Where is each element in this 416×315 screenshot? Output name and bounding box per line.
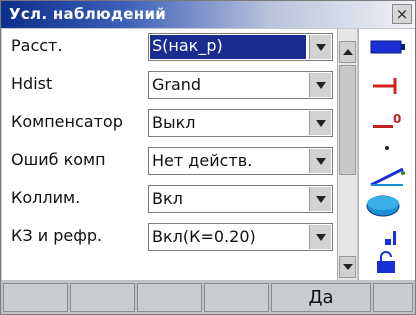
chevron-down-icon[interactable] xyxy=(309,225,331,249)
signal-icon xyxy=(385,231,396,245)
softkey-3[interactable] xyxy=(137,283,202,312)
observation-conditions-window: Усл. наблюдений × Расст. S(нак_р) Hdist … xyxy=(0,0,416,315)
hdist-dropdown[interactable]: Grand xyxy=(148,71,333,99)
dropdown-value: Нет действ. xyxy=(152,151,253,170)
softkey-4[interactable] xyxy=(204,283,269,312)
tilt-icon xyxy=(370,167,405,187)
collimation-dropdown[interactable]: Вкл xyxy=(148,185,333,213)
dropdown-value: Вкл xyxy=(152,189,183,208)
chevron-down-icon[interactable] xyxy=(309,35,331,59)
vertical-scrollbar[interactable] xyxy=(337,29,357,280)
setting-row-hdist: Hdist Grand xyxy=(2,67,338,105)
chevron-down-icon[interactable] xyxy=(309,187,331,211)
scroll-down-button[interactable] xyxy=(339,256,356,278)
prism-constant-icon: 0 xyxy=(373,112,401,128)
setting-row-comp-error: Ошиб комп Нет действ. xyxy=(2,143,338,181)
chevron-down-icon[interactable] xyxy=(309,111,331,135)
dropdown-value: Grand xyxy=(152,75,202,94)
chevron-down-icon[interactable] xyxy=(309,73,331,97)
setting-label: Hdist xyxy=(11,74,53,93)
chevron-down-icon[interactable] xyxy=(309,149,331,173)
scroll-up-button[interactable] xyxy=(339,41,356,63)
compensator-dropdown[interactable]: Выкл xyxy=(148,109,333,137)
setting-label: Компенсатор xyxy=(11,112,123,131)
setting-label: КЗ и рефр. xyxy=(11,226,103,245)
dot-indicator-icon xyxy=(385,146,389,150)
softkey-bar: Да xyxy=(1,280,415,314)
settings-panel: Расст. S(нак_р) Hdist Grand Компенсатор … xyxy=(2,29,356,280)
status-icon-bar: 0 xyxy=(358,29,415,280)
refraction-dropdown[interactable]: Вкл(К=0.20) xyxy=(148,223,333,251)
window-title: Усл. наблюдений xyxy=(9,5,167,23)
close-button[interactable]: × xyxy=(392,4,412,24)
setting-row-distance: Расст. S(нак_р) xyxy=(2,29,338,67)
setting-label: Коллим. xyxy=(11,188,81,207)
setting-label: Ошиб комп xyxy=(11,150,106,169)
title-bar: Усл. наблюдений × xyxy=(1,1,415,28)
softkey-2[interactable] xyxy=(70,283,135,312)
dropdown-value: Выкл xyxy=(152,113,196,132)
target-icon xyxy=(373,78,397,94)
dropdown-value: Вкл(К=0.20) xyxy=(152,227,256,246)
setting-row-compensator: Компенсатор Выкл xyxy=(2,105,338,143)
setting-label: Расст. xyxy=(11,36,63,55)
softkey-1[interactable] xyxy=(3,283,68,312)
distance-dropdown[interactable]: S(нак_р) xyxy=(148,33,333,61)
prism-constant-value: 0 xyxy=(393,112,401,126)
dropdown-value: S(нак_р) xyxy=(152,36,223,55)
comp-error-dropdown[interactable]: Нет действ. xyxy=(148,147,333,175)
scroll-thumb[interactable] xyxy=(339,65,356,175)
setting-row-refraction: КЗ и рефр. Вкл(К=0.20) xyxy=(2,219,338,257)
softkey-6[interactable] xyxy=(373,283,413,312)
lock-icon xyxy=(377,251,395,273)
yes-button[interactable]: Да xyxy=(271,283,371,312)
setting-row-collimation: Коллим. Вкл xyxy=(2,181,338,219)
battery-icon xyxy=(370,40,405,54)
disk-icon xyxy=(366,195,400,217)
